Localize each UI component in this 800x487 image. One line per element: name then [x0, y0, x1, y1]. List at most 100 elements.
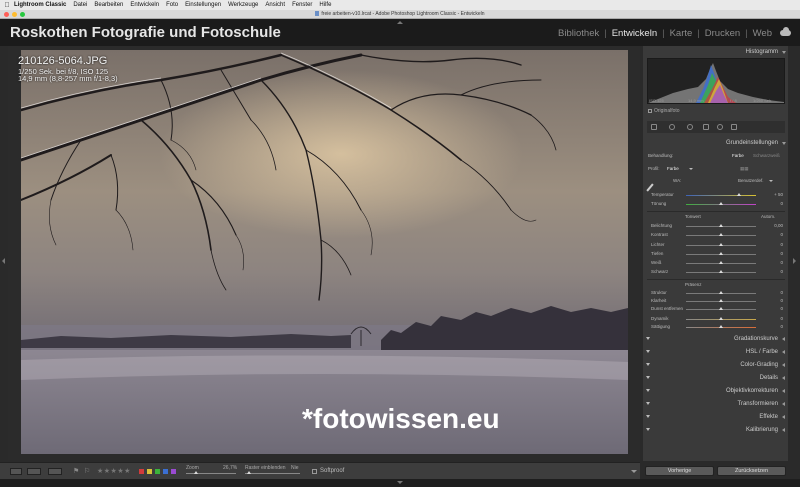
clarity-value[interactable]: 0 [763, 298, 783, 303]
profile-dropdown-icon[interactable] [689, 168, 693, 170]
details-header[interactable]: Details [643, 372, 788, 384]
photo-canvas[interactable] [21, 50, 628, 454]
treatment-bw-button[interactable]: Schwarzweiß [753, 153, 780, 158]
color-label-blue[interactable] [163, 469, 168, 474]
panel-divider [647, 211, 785, 212]
saturation-value[interactable]: 0 [763, 324, 783, 329]
top-panel-toggle-icon[interactable] [397, 21, 403, 24]
right-panel-toggle-icon[interactable] [793, 258, 796, 264]
color-label-yellow[interactable] [147, 469, 152, 474]
histogram-header[interactable]: Histogramm [643, 46, 788, 58]
wb-value[interactable]: Benutzerdef. [738, 178, 764, 183]
highlights-value[interactable]: 0 [763, 242, 783, 247]
star-rating[interactable]: ★★★★★ [97, 467, 131, 475]
raster-slider-knob[interactable] [247, 471, 251, 474]
softproof-checkbox[interactable] [312, 469, 317, 474]
module-bibliothek[interactable]: Bibliothek [558, 28, 599, 39]
saturation-slider-knob[interactable] [719, 325, 723, 328]
menu-fenster[interactable]: Fenster [292, 2, 312, 8]
reset-button[interactable]: Zurücksetzen [717, 466, 786, 476]
blacks-slider-knob[interactable] [719, 270, 723, 273]
hsl-header[interactable]: HSL / Farbe [643, 346, 788, 358]
shadows-label: Tiefen [651, 251, 664, 256]
left-panel-toggle-icon[interactable] [2, 258, 5, 264]
expand-icon [782, 363, 785, 367]
whites-value[interactable]: 0 [763, 260, 783, 265]
apple-icon[interactable]:  [0, 2, 14, 9]
loupe-view-button[interactable] [10, 468, 22, 475]
flag-pick-icon[interactable]: ⚑ [73, 467, 79, 475]
texture-slider-knob[interactable] [719, 291, 723, 294]
histogram-iso: ISO 125 [649, 98, 664, 103]
filmstrip-toggle-icon[interactable] [397, 481, 403, 484]
contrast-slider-knob[interactable] [719, 233, 723, 236]
color-label-red[interactable] [139, 469, 144, 474]
zoom-slider-knob[interactable] [194, 471, 198, 474]
before-after-button[interactable] [27, 468, 41, 475]
tone-curve-header[interactable]: Gradationskurve [643, 333, 788, 345]
module-entwickeln[interactable]: Entwickeln [612, 28, 657, 39]
raster-slider-track[interactable] [245, 473, 300, 474]
vibrance-value[interactable]: 0 [763, 316, 783, 321]
clarity-slider-knob[interactable] [719, 299, 723, 302]
graduated-filter-icon[interactable] [703, 124, 709, 130]
temperature-slider[interactable] [686, 195, 756, 196]
presence-label: Präsenz [685, 282, 702, 287]
flag-reject-icon[interactable]: ⚐ [84, 467, 90, 475]
crop-tool-icon[interactable] [651, 124, 657, 130]
spot-removal-icon[interactable] [669, 124, 675, 130]
module-karte[interactable]: Karte [670, 28, 693, 39]
module-drucken[interactable]: Drucken [705, 28, 740, 39]
texture-value[interactable]: 0 [763, 290, 783, 295]
dehaze-slider-knob[interactable] [719, 307, 723, 310]
cloud-sync-icon[interactable] [780, 27, 791, 36]
color-grading-header[interactable]: Color-Grading [643, 359, 788, 371]
color-label-green[interactable] [155, 469, 160, 474]
effects-header[interactable]: Effekte [643, 411, 788, 423]
menu-datei[interactable]: Datei [73, 2, 87, 8]
auto-tone-button[interactable]: Autom. [761, 214, 775, 219]
module-web[interactable]: Web [753, 28, 772, 39]
menu-ansicht[interactable]: Ansicht [265, 2, 285, 8]
white-balance-eyedropper-icon[interactable] [646, 183, 654, 192]
solo-mode-icon [646, 428, 650, 431]
exposure-value[interactable]: 0,00 [763, 223, 783, 228]
menu-entwickeln[interactable]: Entwickeln [130, 2, 159, 8]
blacks-value[interactable]: 0 [763, 269, 783, 274]
menu-app-name[interactable]: Lightroom Classic [14, 2, 66, 8]
transform-header[interactable]: Transformieren [643, 398, 788, 410]
contrast-value[interactable]: 0 [763, 232, 783, 237]
highlights-slider-knob[interactable] [719, 243, 723, 246]
tint-value[interactable]: 0 [763, 201, 783, 206]
temperature-slider-knob[interactable] [737, 193, 741, 196]
menu-foto[interactable]: Foto [166, 2, 178, 8]
lens-corrections-header[interactable]: Objektivkorrekturen [643, 385, 788, 397]
previous-settings-button[interactable]: Vorherige [645, 466, 714, 476]
wb-dropdown-icon[interactable] [769, 180, 773, 182]
shadows-slider-knob[interactable] [719, 252, 723, 255]
vibrance-slider-knob[interactable] [719, 317, 723, 320]
shadows-value[interactable]: 0 [763, 251, 783, 256]
menu-werkzeuge[interactable]: Werkzeuge [228, 2, 258, 8]
raster-value[interactable]: Nie [291, 465, 299, 471]
compare-view-button[interactable] [48, 468, 62, 475]
brush-tool-icon[interactable] [731, 124, 737, 130]
profile-browser-icon[interactable]: ▦▦ [740, 166, 749, 172]
tint-slider-knob[interactable] [719, 202, 723, 205]
menu-hilfe[interactable]: Hilfe [319, 2, 331, 8]
treatment-color-button[interactable]: Farbe [732, 153, 744, 158]
toolbar-menu-icon[interactable] [631, 470, 637, 473]
basic-header[interactable]: Grundeinstellungen [643, 137, 788, 149]
temperature-value[interactable]: + 50 [763, 192, 783, 197]
whites-slider-knob[interactable] [719, 261, 723, 264]
dehaze-value[interactable]: 0 [763, 306, 783, 311]
profile-value[interactable]: Farbe [667, 166, 679, 171]
menu-einstellungen[interactable]: Einstellungen [185, 2, 221, 8]
radial-filter-icon[interactable] [717, 124, 723, 130]
exposure-slider-knob[interactable] [719, 224, 723, 227]
original-photo-checkbox[interactable] [648, 109, 652, 113]
color-label-purple[interactable] [171, 469, 176, 474]
red-eye-icon[interactable] [687, 124, 693, 130]
calibration-header[interactable]: Kalibrierung [643, 424, 788, 436]
menu-bearbeiten[interactable]: Bearbeiten [94, 2, 123, 8]
